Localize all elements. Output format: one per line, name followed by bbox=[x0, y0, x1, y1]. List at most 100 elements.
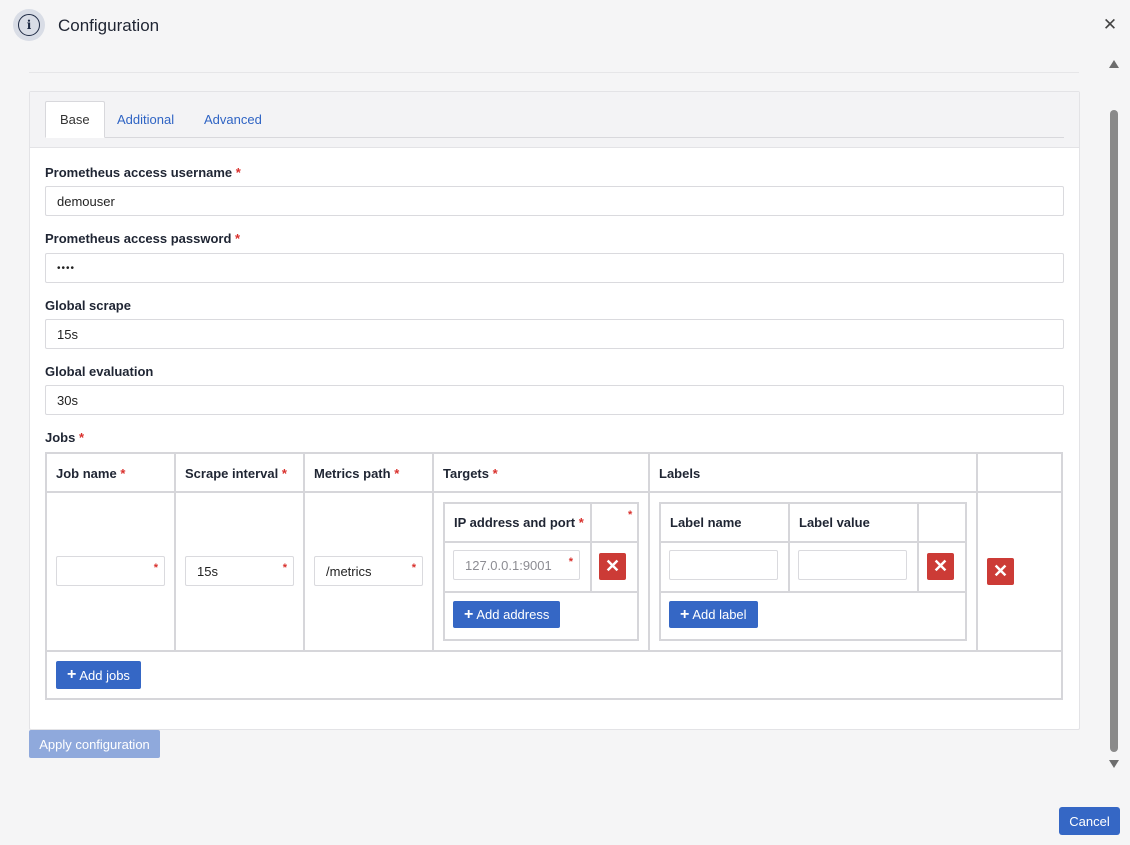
labels-table: Label name Label value ✕ + Add label bbox=[659, 502, 967, 641]
delete-job-button[interactable]: ✕ bbox=[987, 558, 1014, 585]
required-mark: * bbox=[281, 466, 287, 481]
divider bbox=[29, 72, 1079, 73]
password-label-text: Prometheus access password bbox=[45, 231, 232, 246]
col-job-name: Job name * bbox=[56, 466, 125, 481]
required-mark: * bbox=[78, 430, 85, 445]
close-icon: ✕ bbox=[992, 561, 1009, 581]
column-divider bbox=[976, 454, 978, 650]
tab-bar: Base Additional Advanced bbox=[30, 92, 1079, 148]
required-mark: * bbox=[628, 509, 633, 521]
username-input[interactable]: demouser bbox=[45, 186, 1064, 216]
username-label-text: Prometheus access username bbox=[45, 165, 233, 180]
tab-advanced[interactable]: Advanced bbox=[190, 101, 276, 138]
add-address-label: Add address bbox=[476, 607, 550, 622]
vertical-scrollbar[interactable] bbox=[1106, 56, 1122, 772]
row-divider bbox=[661, 591, 965, 593]
add-label-button[interactable]: + Add label bbox=[669, 601, 758, 628]
column-divider bbox=[590, 504, 592, 591]
plus-icon: + bbox=[67, 666, 77, 683]
label-name-input[interactable] bbox=[669, 550, 778, 580]
username-label: Prometheus access username * bbox=[45, 165, 241, 180]
col-ip-address: IP address and port * bbox=[454, 515, 584, 530]
apply-configuration-button[interactable]: Apply configuration bbox=[29, 730, 160, 758]
global-scrape-input[interactable]: 15s bbox=[45, 319, 1064, 349]
tab-additional[interactable]: Additional bbox=[103, 101, 188, 138]
global-scrape-label: Global scrape bbox=[45, 298, 131, 313]
column-divider bbox=[648, 454, 650, 650]
targets-table: IP address and port * * 127.0.0.1:9001 *… bbox=[443, 502, 639, 641]
jobs-table: Job name * Scrape interval * Metrics pat… bbox=[45, 452, 1063, 700]
config-panel: Base Additional Advanced Prometheus acce… bbox=[29, 91, 1080, 730]
close-icon: ✕ bbox=[932, 556, 949, 576]
required-mark: * bbox=[235, 165, 241, 180]
delete-label-button[interactable]: ✕ bbox=[927, 553, 954, 580]
delete-address-button[interactable]: ✕ bbox=[599, 553, 626, 580]
required-mark: * bbox=[394, 466, 400, 481]
header-divider bbox=[47, 491, 1061, 493]
username-value: demouser bbox=[57, 193, 115, 209]
global-scrape-value: 15s bbox=[57, 326, 78, 342]
row-divider bbox=[47, 650, 1061, 652]
global-evaluation-label: Global evaluation bbox=[45, 364, 154, 379]
required-mark: * bbox=[282, 562, 287, 574]
col-scrape-interval: Scrape interval * bbox=[185, 466, 287, 481]
password-input[interactable]: •••• bbox=[45, 253, 1064, 283]
required-mark: * bbox=[578, 515, 584, 530]
password-label: Prometheus access password * bbox=[45, 231, 240, 246]
job-name-input[interactable]: * bbox=[56, 556, 165, 586]
global-evaluation-value: 30s bbox=[57, 392, 78, 408]
required-mark: * bbox=[411, 562, 416, 574]
add-label-label: Add label bbox=[692, 607, 747, 622]
ip-address-placeholder: 127.0.0.1:9001 bbox=[465, 557, 552, 573]
column-divider bbox=[174, 454, 176, 650]
close-icon[interactable]: ✕ bbox=[1100, 15, 1120, 35]
plus-icon: + bbox=[464, 605, 474, 623]
required-mark: * bbox=[120, 466, 126, 481]
col-label-value: Label value bbox=[799, 515, 870, 530]
plus-icon: + bbox=[680, 605, 690, 623]
scroll-up-arrow-icon[interactable] bbox=[1109, 60, 1119, 68]
metrics-path-value: /metrics bbox=[326, 563, 372, 579]
scroll-thumb[interactable] bbox=[1110, 110, 1118, 752]
required-mark: * bbox=[492, 466, 498, 481]
cancel-button[interactable]: Cancel bbox=[1059, 807, 1120, 835]
column-divider bbox=[788, 504, 790, 591]
column-divider bbox=[432, 454, 434, 650]
column-divider bbox=[303, 454, 305, 650]
col-metrics-path: Metrics path * bbox=[314, 466, 399, 481]
col-metrics-path-text: Metrics path bbox=[314, 466, 391, 481]
header-divider bbox=[661, 541, 965, 543]
col-ip-address-text: IP address and port bbox=[454, 515, 576, 530]
col-job-name-text: Job name bbox=[56, 466, 117, 481]
required-mark: * bbox=[153, 562, 158, 574]
password-value: •••• bbox=[57, 262, 76, 274]
col-label-name: Label name bbox=[670, 515, 742, 530]
metrics-path-input[interactable]: /metrics * bbox=[314, 556, 423, 586]
scrape-interval-value: 15s bbox=[197, 563, 218, 579]
close-icon: ✕ bbox=[604, 556, 621, 576]
dialog-title: Configuration bbox=[58, 16, 160, 35]
col-scrape-interval-text: Scrape interval bbox=[185, 466, 279, 481]
ip-address-input[interactable]: 127.0.0.1:9001 * bbox=[453, 550, 580, 580]
add-jobs-button[interactable]: + Add jobs bbox=[56, 661, 141, 689]
col-labels: Labels bbox=[659, 466, 701, 481]
dialog-header: i Configuration ✕ bbox=[0, 0, 1130, 52]
info-glyph: i bbox=[18, 14, 40, 36]
column-divider bbox=[917, 504, 919, 591]
global-evaluation-input[interactable]: 30s bbox=[45, 385, 1064, 415]
row-divider bbox=[445, 591, 637, 593]
required-mark: * bbox=[568, 556, 573, 568]
required-mark: * bbox=[235, 231, 241, 246]
jobs-label: Jobs * bbox=[45, 430, 84, 445]
add-jobs-label: Add jobs bbox=[79, 667, 130, 683]
scroll-down-arrow-icon[interactable] bbox=[1109, 760, 1119, 768]
scrape-interval-input[interactable]: 15s * bbox=[185, 556, 294, 586]
header-divider bbox=[445, 541, 637, 543]
col-targets: Targets * bbox=[443, 466, 498, 481]
col-targets-text: Targets bbox=[443, 466, 489, 481]
add-address-button[interactable]: + Add address bbox=[453, 601, 561, 628]
jobs-label-text: Jobs bbox=[45, 430, 76, 445]
info-icon: i bbox=[13, 9, 45, 41]
label-value-input[interactable] bbox=[798, 550, 907, 580]
tab-base[interactable]: Base bbox=[45, 101, 105, 138]
